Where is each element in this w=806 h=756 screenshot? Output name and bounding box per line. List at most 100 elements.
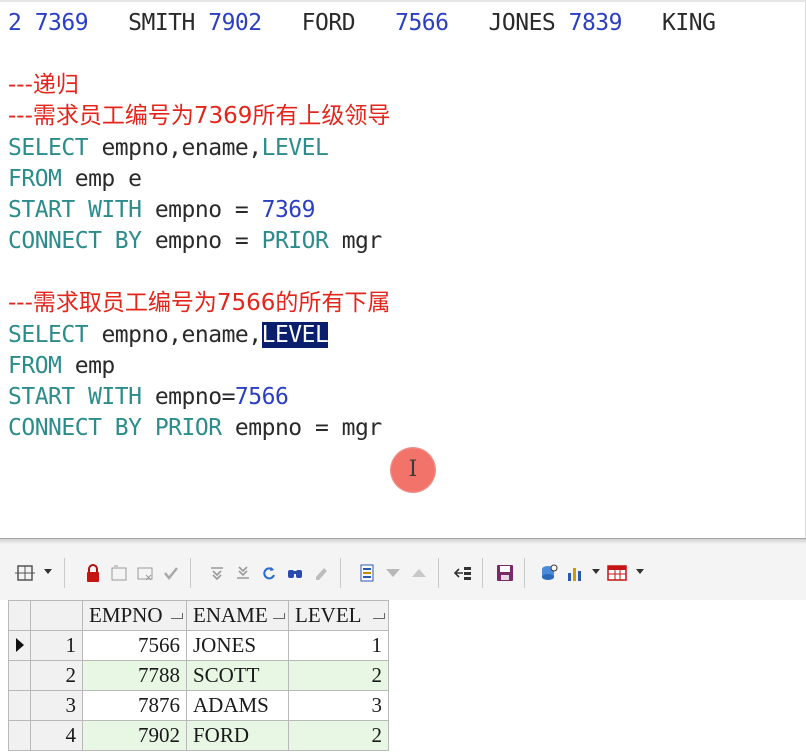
column-header-ename[interactable]: ENAME: [186, 600, 289, 631]
column-menu-icon[interactable]: [373, 613, 385, 619]
toolbar-separator: [482, 558, 483, 588]
code-token: 7566: [234, 384, 289, 410]
code-token: START WITH: [8, 384, 142, 410]
save-icon[interactable]: [494, 562, 516, 584]
code-token: 2 7369: [8, 10, 89, 36]
code-token: emp: [61, 353, 116, 379]
table-row[interactable]: 4 7902 FORD 2: [8, 720, 389, 751]
sql-editor[interactable]: 2 7369 SMITH 7902 FORD 7566 JONES 7839 K…: [0, 0, 806, 538]
code-token: emp e: [61, 166, 142, 192]
ename-cell[interactable]: JONES: [186, 630, 289, 661]
code-token: ---需求取员工编号为7566的所有下属: [8, 290, 391, 316]
level-cell[interactable]: 2: [288, 720, 389, 751]
table-view-dropdown-icon[interactable]: [636, 569, 644, 574]
grid-options-icon[interactable]: [14, 562, 36, 584]
chart-icon[interactable]: [564, 562, 586, 584]
code-line[interactable]: CONNECT BY empno = PRIOR mgr: [8, 226, 382, 256]
code-token: SELECT: [8, 135, 89, 161]
code-token: 7839: [568, 10, 623, 36]
post-changes-icon[interactable]: [160, 562, 182, 584]
code-token: PRIOR: [261, 228, 329, 254]
code-token: empno =: [141, 197, 262, 223]
column-menu-icon[interactable]: [273, 613, 285, 619]
selected-text: LEVEL: [261, 322, 329, 348]
last-record-icon[interactable]: [232, 562, 254, 584]
code-token: CONNECT BY: [8, 228, 142, 254]
code-line[interactable]: SELECT empno,ename,LEVEL: [8, 133, 329, 163]
code-line[interactable]: SELECT empno,ename,LEVEL: [8, 320, 329, 350]
code-token: empno = mgr: [221, 415, 382, 441]
code-token: FROM: [8, 353, 62, 379]
results-table: EMPNO ENAME LEVEL 1 7566 JONES 1 2 7788 SCOTT 2…: [8, 600, 389, 751]
table-view-icon[interactable]: [606, 562, 628, 584]
code-token: mgr: [328, 228, 383, 254]
clear-icon[interactable]: [310, 562, 332, 584]
insert-record-icon[interactable]: [108, 562, 130, 584]
code-line[interactable]: 2 7369 SMITH 7902 FORD 7566 JONES 7839 K…: [8, 8, 716, 38]
editor-top-border: [0, 0, 806, 2]
code-line[interactable]: CONNECT BY PRIOR empno = mgr: [8, 413, 382, 443]
code-token: SMITH: [88, 10, 209, 36]
export-icon[interactable]: [452, 562, 474, 584]
code-line[interactable]: ---需求员工编号为7369所有上级领导: [8, 101, 390, 131]
row-number-header: [30, 600, 83, 631]
results-toolbar: [0, 544, 806, 600]
single-record-view-icon[interactable]: [356, 562, 378, 584]
row-number-cell[interactable]: 3: [30, 690, 83, 721]
code-token: LEVEL: [261, 135, 329, 161]
column-header-empno[interactable]: EMPNO: [82, 600, 187, 631]
empno-cell[interactable]: 7902: [82, 720, 187, 751]
row-number-cell[interactable]: 4: [30, 720, 83, 751]
level-cell[interactable]: 3: [288, 690, 389, 721]
row-number-cell[interactable]: 2: [30, 660, 83, 691]
code-token: empno,ename,: [88, 322, 262, 348]
level-cell[interactable]: 1: [288, 630, 389, 661]
toolbar-separator: [190, 558, 191, 588]
column-header-label: LEVEL: [295, 603, 362, 627]
ename-cell[interactable]: ADAMS: [186, 690, 289, 721]
column-menu-icon[interactable]: [171, 613, 183, 619]
grid-options-dropdown-icon[interactable]: [44, 569, 52, 574]
ename-cell[interactable]: SCOTT: [186, 660, 289, 691]
find-icon[interactable]: [284, 562, 306, 584]
current-row-arrow-icon: [15, 638, 24, 652]
table-row[interactable]: 1 7566 JONES 1: [8, 630, 389, 661]
code-token: JONES: [448, 10, 569, 36]
code-line[interactable]: FROM emp e: [8, 164, 142, 194]
code-line[interactable]: ---需求取员工编号为7566的所有下属: [8, 288, 390, 318]
first-record-icon[interactable]: [206, 562, 228, 584]
results-grid[interactable]: EMPNO ENAME LEVEL 1 7566 JONES 1 2 7788 SCOTT 2…: [8, 600, 806, 756]
level-cell[interactable]: 2: [288, 660, 389, 691]
empno-cell[interactable]: 7566: [82, 630, 187, 661]
row-indicator[interactable]: [8, 660, 31, 691]
row-indicator[interactable]: [8, 720, 31, 751]
code-token: FORD: [261, 10, 396, 36]
code-line[interactable]: ---递归: [8, 70, 79, 100]
code-line[interactable]: START WITH empno=7566: [8, 382, 289, 412]
sort-down-icon[interactable]: [382, 562, 404, 584]
delete-record-icon[interactable]: [134, 562, 156, 584]
header-row: EMPNO ENAME LEVEL: [8, 600, 389, 631]
refresh-icon[interactable]: [258, 562, 280, 584]
row-number-cell[interactable]: 1: [30, 630, 83, 661]
chart-dropdown-icon[interactable]: [592, 569, 600, 574]
table-row[interactable]: 3 7876 ADAMS 3: [8, 690, 389, 721]
sort-up-icon[interactable]: [408, 562, 430, 584]
table-row[interactable]: 2 7788 SCOTT 2: [8, 660, 389, 691]
query-by-example-icon[interactable]: [538, 562, 560, 584]
toolbar-separator: [438, 558, 439, 588]
code-line[interactable]: START WITH empno = 7369: [8, 195, 316, 225]
ename-cell[interactable]: FORD: [186, 720, 289, 751]
grid-corner[interactable]: [8, 600, 31, 631]
row-indicator[interactable]: [8, 690, 31, 721]
code-token: 7902: [208, 10, 262, 36]
empno-cell[interactable]: 7788: [82, 660, 187, 691]
toolbar-separator: [524, 558, 525, 588]
column-header-level[interactable]: LEVEL: [288, 600, 389, 631]
code-token: FROM: [8, 166, 62, 192]
code-line[interactable]: FROM emp: [8, 351, 115, 381]
empno-cell[interactable]: 7876: [82, 690, 187, 721]
code-token: CONNECT BY PRIOR: [8, 415, 222, 441]
row-indicator[interactable]: [8, 630, 31, 661]
lock-icon[interactable]: [82, 562, 104, 584]
